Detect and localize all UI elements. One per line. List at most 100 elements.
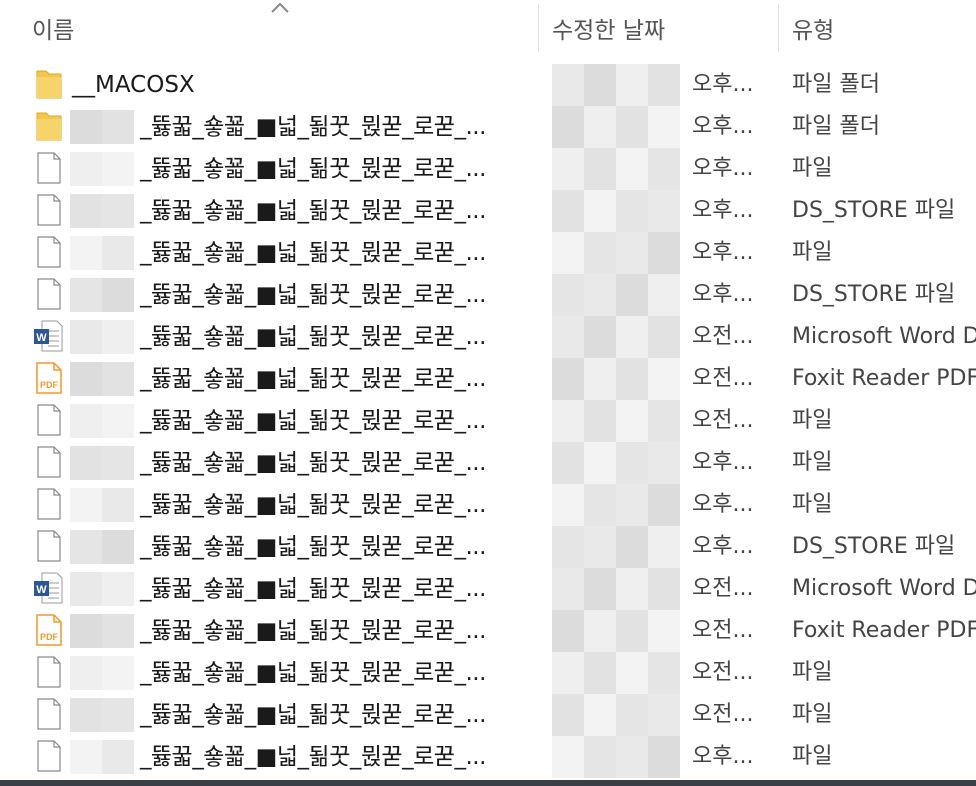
file-row[interactable]: _뜛꿃_숗꾧_■넓_됢꿋_뮍꾿_로꾿_... 오후... DS_STORE 파일: [0, 526, 976, 568]
file-type: 파일: [792, 450, 833, 475]
folder-icon: [32, 67, 66, 101]
file-type: 파일: [792, 240, 833, 265]
file-icon: [32, 655, 66, 689]
file-modified-date: 오전...: [692, 576, 754, 601]
file-name: _뜛꿃_숗꾧_■넓_됢꿋_뮍꾿_로꾿_...: [140, 408, 486, 434]
file-modified-date: 오후...: [692, 72, 754, 97]
file-row[interactable]: _뜛꿃_숗꾧_■넓_됢꿋_뮍꾿_로꾿_... 오후... 파일: [0, 148, 976, 190]
file-icon: [32, 235, 66, 269]
file-row[interactable]: _뜛꿃_숗꾧_■넓_됢꿋_뮍꾿_로꾿_... 오후... 파일: [0, 442, 976, 484]
file-modified-date: 오전...: [692, 618, 754, 643]
column-header-type-label: 유형: [792, 18, 835, 44]
file-modified-date: 오전...: [692, 702, 754, 727]
file-row[interactable]: PDF _뜛꿃_숗꾧_■넓_됢꿋_뮍꾿_로꾿_... 오전... Foxit Read…: [0, 610, 976, 652]
file-name: _뜛꿃_숗꾧_■넓_됢꿋_뮍꾿_로꾿_...: [140, 156, 486, 182]
file-modified-date: 오전...: [692, 324, 754, 349]
word-doc-icon: W: [32, 571, 66, 605]
file-row[interactable]: _뜛꿃_숗꾧_■넓_됢꿋_뮍꾿_로꾿_... 오후... 파일: [0, 232, 976, 274]
redacted-date: [552, 274, 682, 316]
redacted-name-prefix: [70, 572, 134, 606]
redacted-name-prefix: [70, 488, 134, 522]
redacted-name-prefix: [70, 320, 134, 354]
redacted-name-prefix: [70, 362, 134, 396]
file-name: _뜛꿃_숗꾧_■넓_됢꿋_뮍꾿_로꾿_...: [140, 282, 486, 308]
taskbar-edge: [0, 780, 976, 786]
file-name: _뜛꿃_숗꾧_■넓_됢꿋_뮍꾿_로꾿_...: [140, 702, 486, 728]
file-type: 파일: [792, 156, 833, 181]
file-type: 파일 폴더: [792, 72, 880, 97]
redacted-name-prefix: [70, 194, 134, 228]
column-divider[interactable]: [778, 4, 779, 52]
file-modified-date: 오전...: [692, 366, 754, 391]
file-row[interactable]: _뜛꿃_숗꾧_■넓_됢꿋_뮍꾿_로꾿_... 오전... 파일: [0, 652, 976, 694]
file-row[interactable]: _뜛꿃_숗꾧_■넓_됢꿋_뮍꾿_로꾿_... 오후... DS_STORE 파일: [0, 274, 976, 316]
file-icon: [32, 277, 66, 311]
redacted-name-prefix: [70, 656, 134, 690]
redacted-name-prefix: [70, 110, 134, 144]
redacted-date: [552, 316, 682, 358]
redacted-name-prefix: [70, 404, 134, 438]
file-name: _뜛꿃_숗꾧_■넓_됢꿋_뮍꾿_로꾿_...: [140, 198, 486, 224]
file-modified-date: 오전...: [692, 408, 754, 433]
file-name: _뜛꿃_숗꾧_■넓_됢꿋_뮍꾿_로꾿_...: [140, 576, 486, 602]
file-name: _뜛꿃_숗꾧_■넓_됢꿋_뮍꾿_로꾿_...: [140, 492, 486, 518]
file-type: Microsoft Word D: [792, 576, 976, 601]
redacted-name-prefix: [70, 698, 134, 732]
redacted-name-prefix: [70, 278, 134, 312]
column-header-date-label: 수정한 날짜: [552, 18, 666, 44]
file-row[interactable]: W _뜛꿃_숗꾧_■넓_됢꿋_뮍꾿_로꾿_... 오전... Microsoft Wo…: [0, 316, 976, 358]
file-row[interactable]: W _뜛꿃_숗꾧_■넓_됢꿋_뮍꾿_로꾿_... 오전... Microsoft Wo…: [0, 568, 976, 610]
column-header-type[interactable]: 유형: [792, 0, 834, 56]
folder-icon: [32, 109, 66, 143]
file-icon: [32, 739, 66, 773]
file-modified-date: 오후...: [692, 534, 754, 559]
file-row[interactable]: _뜛꿃_숗꾧_■넓_됢꿋_뮍꾿_로꾿_... 오전... 파일: [0, 400, 976, 442]
word-doc-icon: W: [32, 319, 66, 353]
redacted-date: [552, 64, 682, 106]
file-type: Microsoft Word D: [792, 324, 976, 349]
redacted-date: [552, 694, 682, 736]
file-modified-date: 오후...: [692, 240, 754, 265]
redacted-name-prefix: [70, 740, 134, 774]
file-type: DS_STORE 파일: [792, 534, 956, 559]
redacted-date: [552, 736, 682, 778]
column-divider[interactable]: [538, 4, 539, 52]
redacted-date: [552, 484, 682, 526]
sort-ascending-icon: [271, 2, 289, 13]
file-icon: [32, 193, 66, 227]
file-icon: [32, 151, 66, 185]
file-name: _뜛꿃_숗꾧_■넓_됢꿋_뮍꾿_로꾿_...: [140, 240, 486, 266]
column-header-bar: 이름 수정한 날짜 유형: [0, 0, 976, 56]
redacted-date: [552, 526, 682, 568]
redacted-name-prefix: [70, 614, 134, 648]
file-modified-date: 오후...: [692, 114, 754, 139]
file-icon: [32, 487, 66, 521]
redacted-date: [552, 400, 682, 442]
redacted-date: [552, 190, 682, 232]
column-header-date[interactable]: 수정한 날짜: [552, 0, 665, 56]
file-type: Foxit Reader PDF: [792, 618, 976, 643]
file-type: DS_STORE 파일: [792, 282, 956, 307]
file-modified-date: 오후...: [692, 492, 754, 517]
redacted-date: [552, 106, 682, 148]
file-row[interactable]: _뜛꿃_숗꾧_■넓_됢꿋_뮍꾿_로꾿_... 오후... 파일 폴더: [0, 106, 976, 148]
redacted-name-prefix: [70, 530, 134, 564]
file-row[interactable]: _뜛꿃_숗꾧_■넓_됢꿋_뮍꾿_로꾿_... 오후... 파일: [0, 484, 976, 526]
file-modified-date: 오후...: [692, 450, 754, 475]
file-row[interactable]: _뜛꿃_숗꾧_■넓_됢꿋_뮍꾿_로꾿_... 오후... DS_STORE 파일: [0, 190, 976, 232]
file-icon: [32, 445, 66, 479]
file-name: _뜛꿃_숗꾧_■넓_됢꿋_뮍꾿_로꾿_...: [140, 366, 486, 392]
file-row[interactable]: __MACOSX 오후... 파일 폴더: [0, 64, 976, 106]
redacted-date: [552, 568, 682, 610]
svg-text:PDF: PDF: [40, 380, 59, 390]
file-modified-date: 오후...: [692, 282, 754, 307]
file-row[interactable]: _뜛꿃_숗꾧_■넓_됢꿋_뮍꾿_로꾿_... 오전... 파일: [0, 694, 976, 736]
column-header-name-label: 이름: [32, 18, 75, 44]
file-row[interactable]: _뜛꿃_숗꾧_■넓_됢꿋_뮍꾿_로꾿_... 오후... 파일: [0, 736, 976, 778]
file-name: __MACOSX: [72, 72, 195, 98]
file-type: 파일: [792, 492, 833, 517]
column-header-name[interactable]: 이름: [32, 0, 74, 56]
redacted-date: [552, 442, 682, 484]
file-type: 파일 폴더: [792, 114, 880, 139]
file-row[interactable]: PDF _뜛꿃_숗꾧_■넓_됢꿋_뮍꾿_로꾿_... 오전... Foxit Read…: [0, 358, 976, 400]
